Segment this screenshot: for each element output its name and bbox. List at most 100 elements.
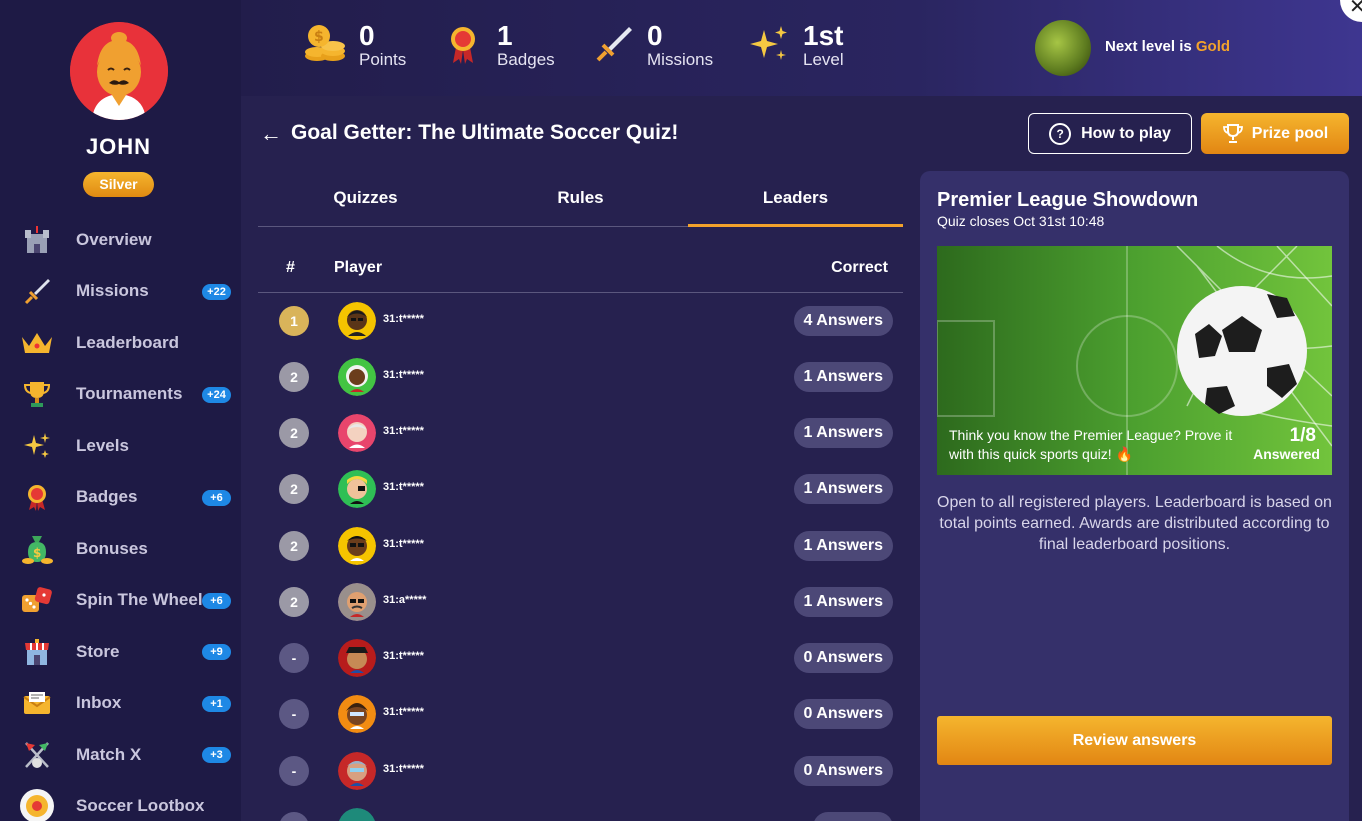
table-row: 2 31:t***** 1 Answers bbox=[258, 518, 903, 574]
stats-bar: $ 0 Points 1 Badges 0 Missions 1st Level… bbox=[241, 0, 1362, 96]
answers-pill: 0 Answers bbox=[793, 756, 893, 786]
player-avatar bbox=[338, 583, 376, 621]
player-name: 31:t***** bbox=[383, 650, 424, 662]
sidebar-item-label: Inbox bbox=[76, 693, 122, 713]
sidebar-item-soccer-lootbox[interactable]: Soccer Lootbox bbox=[0, 781, 241, 821]
sidebar-item-levels[interactable]: Levels bbox=[0, 420, 241, 472]
rank-badge: 2 bbox=[279, 587, 309, 617]
tab-bar: Quizzes Rules Leaders bbox=[258, 180, 903, 227]
rank-badge: - bbox=[279, 699, 309, 729]
medal-icon bbox=[18, 479, 56, 515]
level-value: 1st bbox=[803, 20, 844, 51]
answers-pill: 0 Answers bbox=[793, 699, 893, 729]
quiz-detail-panel: Premier League Showdown Quiz closes Oct … bbox=[920, 171, 1349, 821]
coins-icon: $ bbox=[303, 22, 347, 66]
player-name: 31:a***** bbox=[383, 594, 427, 606]
next-level-name: Gold bbox=[1195, 38, 1231, 55]
leaders-table-header: # Player Correct bbox=[258, 250, 903, 293]
missions-label: Missions bbox=[647, 50, 714, 69]
next-level-orb bbox=[1035, 20, 1091, 76]
level-label: Level bbox=[803, 50, 844, 69]
column-header-player: Player bbox=[334, 259, 383, 276]
prize-pool-label: Prize pool bbox=[1251, 124, 1329, 142]
sidebar: JOHN Silver Overview Missions +22 Leader… bbox=[0, 0, 241, 821]
count-badge: +22 bbox=[202, 283, 231, 300]
sidebar-item-label: Store bbox=[76, 641, 120, 661]
sidebar-item-label: Soccer Lootbox bbox=[76, 796, 205, 816]
count-badge: +1 bbox=[202, 695, 231, 712]
sidebar-item-label: Overview bbox=[76, 229, 152, 249]
envelope-icon bbox=[18, 685, 56, 721]
sidebar-item-label: Leaderboard bbox=[76, 332, 179, 352]
tier-badge: Silver bbox=[83, 172, 154, 197]
sparkles-icon bbox=[747, 22, 791, 66]
sword-icon bbox=[591, 22, 635, 66]
crown-icon bbox=[18, 325, 56, 361]
sidebar-item-label: Tournaments bbox=[76, 384, 183, 404]
points-value: 0 bbox=[359, 20, 375, 51]
svg-text:$: $ bbox=[33, 546, 41, 560]
player-name: 31:t***** bbox=[383, 313, 424, 325]
player-avatar bbox=[338, 695, 376, 733]
answers-pill: 1 Answers bbox=[793, 531, 893, 561]
page-title: Goal Getter: The Ultimate Soccer Quiz! bbox=[291, 121, 679, 144]
sidebar-item-badges[interactable]: Badges +6 bbox=[0, 472, 241, 524]
player-name: 31:t***** bbox=[383, 706, 424, 718]
rank-badge: - bbox=[279, 756, 309, 786]
sword-icon bbox=[18, 273, 56, 309]
quiz-description: Open to all registered players. Leaderbo… bbox=[937, 494, 1332, 553]
rank-badge bbox=[279, 812, 309, 821]
sidebar-item-label: Levels bbox=[76, 435, 129, 455]
answered-count: 1/8 bbox=[1289, 425, 1316, 446]
answers-pill: 1 Answers bbox=[793, 362, 893, 392]
missions-value: 0 bbox=[647, 20, 663, 51]
player-avatar bbox=[338, 470, 376, 508]
tab-rules[interactable]: Rules bbox=[473, 180, 688, 227]
sidebar-item-inbox[interactable]: Inbox +1 bbox=[0, 678, 241, 730]
sidebar-item-label: Badges bbox=[76, 487, 138, 507]
rank-badge: - bbox=[279, 643, 309, 673]
sidebar-item-store[interactable]: Store +9 bbox=[0, 626, 241, 678]
user-name: JOHN bbox=[85, 134, 152, 159]
player-avatar bbox=[338, 752, 376, 790]
crossed-flags-icon bbox=[18, 737, 56, 773]
tab-quizzes[interactable]: Quizzes bbox=[258, 180, 473, 227]
sidebar-item-spin-the-wheel[interactable]: Spin The Wheel +6 bbox=[0, 575, 241, 627]
answers-pill: 4 Answers bbox=[793, 306, 893, 336]
quiz-caption: Think you know the Premier League? Prove… bbox=[949, 427, 1233, 462]
prize-pool-button[interactable]: Prize pool bbox=[1201, 113, 1349, 154]
sidebar-item-bonuses[interactable]: $ Bonuses bbox=[0, 523, 241, 575]
count-badge: +3 bbox=[202, 747, 231, 763]
how-to-play-label: How to play bbox=[1081, 124, 1171, 142]
player-avatar bbox=[338, 639, 376, 677]
sidebar-item-match-x[interactable]: Match X +3 bbox=[0, 729, 241, 781]
quiz-close-time: Quiz closes Oct 31st 10:48 bbox=[937, 213, 1105, 229]
player-avatar bbox=[338, 527, 376, 565]
count-badge: +24 bbox=[202, 386, 231, 403]
sidebar-item-missions[interactable]: Missions +22 bbox=[0, 266, 241, 318]
player-avatar bbox=[338, 358, 376, 396]
tab-leaders[interactable]: Leaders bbox=[688, 180, 903, 227]
table-row: - 31:t***** 0 Answers bbox=[258, 686, 903, 742]
player-avatar bbox=[338, 302, 376, 340]
count-badge: +9 bbox=[202, 644, 231, 660]
user-avatar[interactable] bbox=[70, 22, 168, 120]
next-level-text: Next level is Gold bbox=[1105, 38, 1230, 55]
sidebar-item-leaderboard[interactable]: Leaderboard bbox=[0, 317, 241, 369]
review-answers-button[interactable]: Review answers bbox=[937, 716, 1332, 765]
sidebar-item-overview[interactable]: Overview bbox=[0, 214, 241, 266]
points-label: Points bbox=[359, 50, 407, 69]
sidebar-item-tournaments[interactable]: Tournaments +24 bbox=[0, 369, 241, 421]
quiz-title: Premier League Showdown bbox=[937, 189, 1199, 211]
quiz-image: Think you know the Premier League? Prove… bbox=[937, 246, 1332, 475]
answers-pill: 1 Answers bbox=[793, 587, 893, 617]
table-row: 2 31:t***** 1 Answers bbox=[258, 349, 903, 405]
table-row bbox=[258, 799, 903, 821]
how-to-play-button[interactable]: ? How to play bbox=[1028, 113, 1192, 154]
table-row: - 31:t***** 0 Answers bbox=[258, 743, 903, 799]
sidebar-nav: Overview Missions +22 Leaderboard Tourna… bbox=[0, 214, 241, 821]
badges-value: 1 bbox=[497, 20, 513, 51]
back-arrow-icon[interactable]: ← bbox=[260, 121, 282, 147]
column-header-correct: Correct bbox=[831, 259, 888, 276]
answers-pill: 0 Answers bbox=[793, 643, 893, 673]
